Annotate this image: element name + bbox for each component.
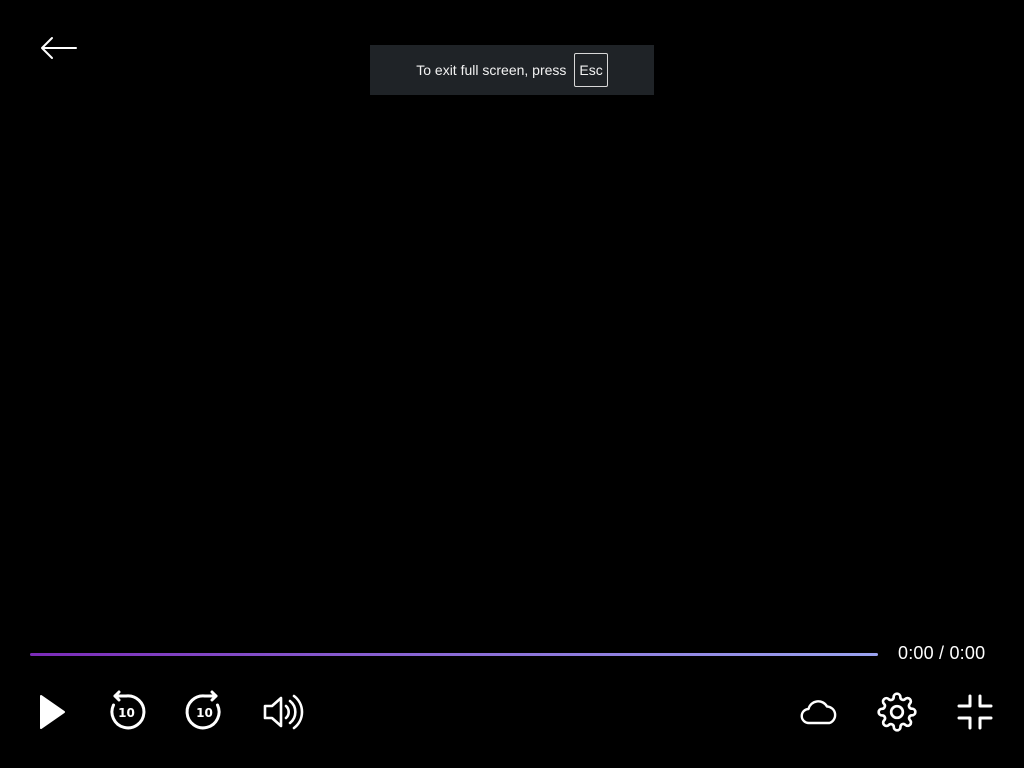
rewind-10-icon: 10 bbox=[110, 690, 146, 730]
volume-button[interactable] bbox=[261, 690, 305, 734]
exit-fullscreen-icon bbox=[957, 694, 993, 730]
forward-10-button[interactable]: 10 bbox=[183, 690, 227, 734]
time-display: 0:00 / 0:00 bbox=[898, 643, 985, 664]
rewind-seconds-label: 10 bbox=[118, 706, 135, 720]
forward-10-icon: 10 bbox=[185, 690, 221, 730]
play-icon bbox=[40, 695, 65, 729]
fullscreen-exit-notice: To exit full screen, press Esc bbox=[370, 45, 654, 95]
time-separator: / bbox=[933, 643, 950, 663]
back-arrow-icon bbox=[41, 37, 77, 59]
progress-track bbox=[30, 652, 878, 656]
esc-key-badge: Esc bbox=[574, 53, 608, 87]
rewind-10-button[interactable]: 10 bbox=[104, 690, 148, 734]
current-time: 0:00 bbox=[898, 643, 934, 663]
forward-seconds-label: 10 bbox=[196, 706, 213, 720]
notice-text: To exit full screen, press bbox=[416, 62, 567, 78]
volume-icon bbox=[263, 694, 304, 730]
gear-icon bbox=[877, 692, 917, 732]
cloud-icon bbox=[800, 700, 837, 725]
cloud-button[interactable] bbox=[797, 690, 841, 734]
back-button[interactable] bbox=[36, 30, 80, 66]
exit-fullscreen-button[interactable] bbox=[953, 690, 997, 734]
play-button[interactable] bbox=[28, 690, 72, 734]
settings-button[interactable] bbox=[875, 690, 919, 734]
progress-bar[interactable] bbox=[30, 650, 878, 658]
duration: 0:00 bbox=[949, 643, 986, 663]
video-player: To exit full screen, press Esc 0:00 / 0:… bbox=[0, 0, 1024, 768]
